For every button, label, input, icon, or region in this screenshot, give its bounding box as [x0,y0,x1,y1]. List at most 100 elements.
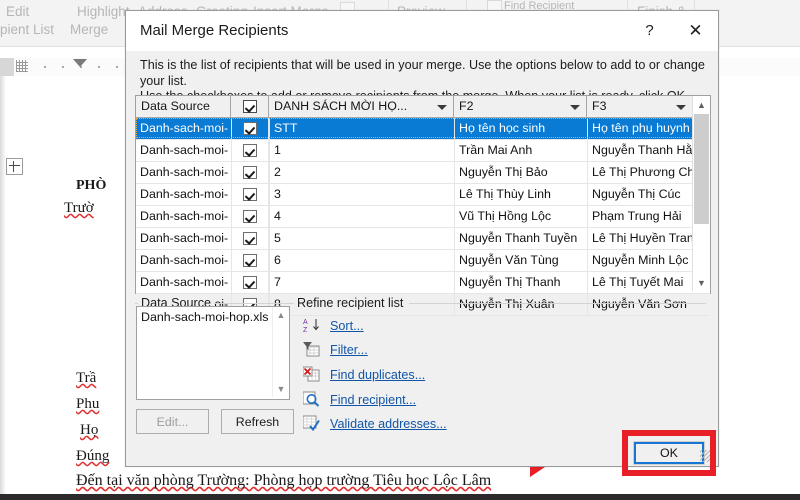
ruler-indent-marker[interactable] [73,59,87,67]
refresh-button[interactable]: Refresh [221,409,294,434]
data-source-file-name[interactable]: Danh-sach-moi-hop.xls [141,310,268,324]
table-row[interactable]: Danh-sach-moi-h... 7 Nguyễn Thị Thanh Lê Th… [136,272,710,294]
grid-vertical-scrollbar[interactable]: ▲ ▼ [692,96,710,291]
select-all-checkbox[interactable] [243,100,257,113]
column-header-select-all[interactable] [231,96,269,118]
svg-text:Z: Z [303,327,308,333]
edit-button[interactable]: Edit... [136,409,209,434]
ribbon-label-highlight: Highlight [77,4,130,19]
cell-data-source: Danh-sach-moi-h... [140,143,228,157]
help-icon[interactable]: ? [627,15,672,46]
cell-f3: Lê Thị Tuyết Mai [592,275,684,289]
row-checkbox-cell[interactable] [231,228,269,250]
table-row[interactable]: Danh-sach-moi-h... 6 Nguyễn Văn Tùng Nguyễn… [136,250,710,272]
ruler-tick [116,66,118,68]
row-checkbox-cell[interactable] [231,162,269,184]
row-checkbox[interactable] [243,166,257,179]
cell-stt: 2 [274,165,281,179]
cell-data-source: Danh-sach-moi-h... [140,231,228,245]
cell-divider [269,272,270,294]
cell-f2: Họ tên học sinh [459,121,546,135]
column-header-danh-sach[interactable]: DANH SÁCH MỜI HỌ... [269,96,454,118]
chevron-down-icon[interactable] [570,105,580,110]
scrollbar-thumb[interactable] [694,114,709,224]
filter-funnel-icon [303,341,320,357]
cell-divider [587,294,588,316]
table-row[interactable]: Danh-sach-moi-h... STT Họ tên học sinh Họ t… [136,118,710,140]
row-checkbox-cell[interactable] [231,140,269,162]
cell-f3: Nguyễn Thanh Hằng [592,143,692,157]
cell-divider [454,250,455,272]
sort-az-icon: AZ [303,317,320,334]
grid-rows-container: Danh-sach-moi-h... STT Họ tên học sinh Họ t… [136,118,710,316]
document-line-tran: Trầ [76,370,97,386]
column-header-f3[interactable]: F3 [587,96,693,118]
find-recipient-link[interactable]: Find recipient... [330,393,416,407]
cell-divider [269,118,270,140]
cell-stt: 1 [274,143,281,157]
row-checkbox-cell[interactable] [231,206,269,228]
chevron-down-icon[interactable] [437,105,447,110]
sort-link[interactable]: Sort... [330,319,364,333]
cell-divider [454,272,455,294]
ruler-tick [98,66,100,68]
document-line-dung: Đúng [76,448,110,464]
recipients-grid[interactable]: Data Source DANH SÁCH MỜI HỌ... F2 F3 Da… [135,95,711,316]
listbox-scrollbar[interactable]: ▲ ▼ [272,307,289,397]
validate-check-icon [302,415,320,432]
grid-header-row: Data Source DANH SÁCH MỜI HỌ... F2 F3 [136,96,710,118]
object-move-handle[interactable] [6,158,23,175]
column-header-data-source[interactable]: Data Source [136,96,231,118]
row-checkbox[interactable] [243,144,257,157]
table-row[interactable]: Danh-sach-moi-h... 4 Vũ Thị Hồng Lộc Phạm T… [136,206,710,228]
scroll-up-icon[interactable]: ▲ [693,96,710,113]
status-bar [0,494,800,500]
cell-data-source: Danh-sach-moi-h... [140,165,228,179]
row-checkbox[interactable] [243,254,257,267]
cell-stt: 5 [274,231,281,245]
row-checkbox[interactable] [243,188,257,201]
table-row[interactable]: Danh-sach-moi-h... 5 Nguyễn Thanh Tuyền Lê … [136,228,710,250]
svg-text:A: A [303,319,308,326]
document-bottom-line: Đến tại văn phòng Trường: Phòng họp trườ… [76,472,492,489]
refine-line-left [291,303,294,304]
table-row[interactable]: Danh-sach-moi-h... 1 Trần Mai Anh Nguyễn Th… [136,140,710,162]
row-checkbox[interactable] [243,276,257,289]
cell-f3: Phạm Trung Hải [592,209,682,223]
ruler-tick [44,66,46,68]
table-row[interactable]: Danh-sach-moi-h... 3 Lê Thị Thùy Linh Nguyễ… [136,184,710,206]
cell-stt: 4 [274,209,281,223]
chevron-down-icon[interactable] [676,105,686,110]
scroll-down-icon[interactable]: ▼ [693,274,710,291]
ribbon-label-recipient-list: pient List [0,22,55,37]
row-checkbox-cell[interactable] [231,184,269,206]
ruler-grid-icon [16,60,28,72]
listbox-scroll-down-icon[interactable]: ▼ [273,381,289,397]
row-checkbox-cell[interactable] [231,272,269,294]
cell-f3: Nguyễn Thị Cúc [592,187,681,201]
dialog-title-bar[interactable]: Mail Merge Recipients ? ✕ [126,11,718,51]
listbox-scroll-up-icon[interactable]: ▲ [273,307,289,323]
row-checkbox[interactable] [243,232,257,245]
ruler-tick [62,66,64,68]
data-source-listbox[interactable]: Danh-sach-moi-hop.xls ▲ ▼ [136,306,290,400]
row-checkbox[interactable] [243,122,257,135]
close-icon[interactable]: ✕ [673,15,718,46]
cell-divider [587,162,588,184]
validate-addresses-link[interactable]: Validate addresses... [330,417,447,431]
cell-divider [587,272,588,294]
cell-f2: Nguyễn Thị Bảo [459,165,548,179]
cell-divider [454,140,455,162]
column-header-f2[interactable]: F2 [454,96,587,118]
row-checkbox-cell[interactable] [231,118,269,140]
cell-data-source: Danh-sach-moi-h... [140,187,228,201]
cell-divider [269,184,270,206]
row-checkbox[interactable] [243,210,257,223]
filter-link[interactable]: Filter... [330,343,368,357]
cell-divider [587,118,588,140]
cell-divider [587,140,588,162]
row-checkbox-cell[interactable] [231,250,269,272]
refine-group-label: Refine recipient list [294,296,407,310]
table-row[interactable]: Danh-sach-moi-h... 2 Nguyễn Thị Bảo Lê Thị … [136,162,710,184]
find-duplicates-link[interactable]: Find duplicates... [330,368,425,382]
